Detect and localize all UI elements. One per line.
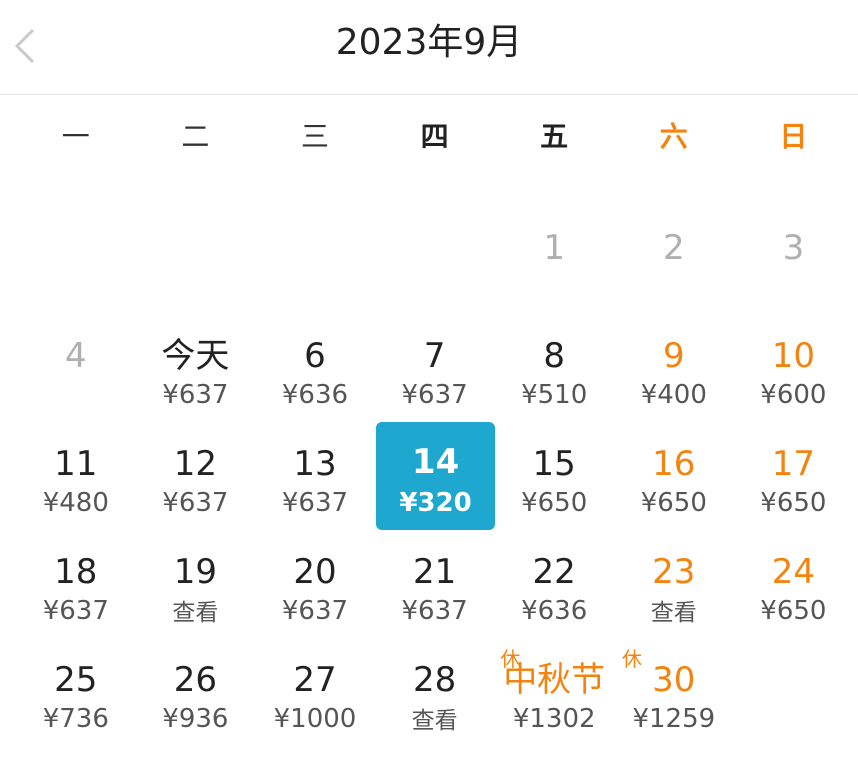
day-price: ¥736 bbox=[42, 704, 109, 734]
day-cell-28[interactable]: 28 查看 bbox=[375, 644, 495, 748]
day-cell-22[interactable]: 22 ¥636 bbox=[494, 536, 614, 640]
day-cell-25[interactable]: 25 ¥736 bbox=[16, 644, 136, 748]
day-cell-19[interactable]: 19 查看 bbox=[136, 536, 256, 640]
day-cell-15[interactable]: 15 ¥650 bbox=[494, 428, 614, 532]
day-number: 1 bbox=[543, 228, 565, 268]
day-number: 15 bbox=[532, 444, 576, 484]
day-price: ¥1259 bbox=[632, 704, 716, 734]
holiday-label: 中秋节 bbox=[503, 660, 606, 700]
day-price: ¥1000 bbox=[273, 704, 357, 734]
day-cell-4: 4 bbox=[16, 320, 136, 424]
day-cell-23[interactable]: 23 查看 bbox=[614, 536, 734, 640]
day-cell-9[interactable]: 9 ¥400 bbox=[614, 320, 734, 424]
day-number: 21 bbox=[412, 552, 457, 592]
day-price: ¥637 bbox=[281, 596, 349, 626]
day-price: ¥400 bbox=[640, 380, 707, 410]
day-cell-10[interactable]: 10 ¥600 bbox=[734, 320, 854, 424]
day-number: 20 bbox=[293, 552, 337, 592]
day-number: 6 bbox=[304, 336, 326, 376]
day-number: 22 bbox=[532, 552, 576, 592]
day-price: ¥637 bbox=[162, 380, 229, 410]
day-number: 11 bbox=[54, 444, 98, 484]
view-price-link: 查看 bbox=[650, 600, 697, 626]
day-number: 27 bbox=[293, 660, 337, 700]
day-number: 4 bbox=[64, 336, 87, 376]
day-cell-29-holiday[interactable]: 休 中秋节 ¥1302 bbox=[494, 644, 614, 748]
day-price: ¥510 bbox=[521, 380, 588, 410]
day-number: 7 bbox=[423, 336, 446, 376]
day-price: ¥637 bbox=[162, 488, 229, 518]
day-number: 3 bbox=[782, 228, 805, 268]
day-price: ¥650 bbox=[521, 488, 588, 518]
day-cell-18[interactable]: 18 ¥637 bbox=[16, 536, 136, 640]
day-cell-16[interactable]: 16 ¥650 bbox=[614, 428, 734, 532]
day-number: 10 bbox=[771, 336, 816, 376]
day-number: 30 bbox=[652, 660, 696, 700]
day-number: 16 bbox=[652, 444, 696, 484]
day-number: 18 bbox=[54, 552, 98, 592]
day-number: 26 bbox=[173, 660, 218, 700]
day-price: ¥320 bbox=[399, 488, 472, 518]
day-number: 2 bbox=[662, 228, 685, 268]
day-cell-26[interactable]: 26 ¥936 bbox=[136, 644, 256, 748]
view-price-link: 查看 bbox=[172, 600, 219, 626]
day-number: 23 bbox=[652, 552, 696, 592]
day-number: 24 bbox=[771, 552, 816, 592]
day-cell-2: 2 bbox=[614, 212, 734, 316]
day-price: ¥637 bbox=[401, 380, 468, 410]
day-cell-8[interactable]: 8 ¥510 bbox=[494, 320, 614, 424]
day-cell-20[interactable]: 20 ¥637 bbox=[255, 536, 375, 640]
today-label: 今天 bbox=[161, 336, 230, 376]
day-cell-11[interactable]: 11 ¥480 bbox=[16, 428, 136, 532]
day-price: ¥637 bbox=[281, 488, 349, 518]
day-cell-14-selected[interactable]: 14 ¥320 bbox=[376, 422, 495, 530]
day-cell-3: 3 bbox=[734, 212, 854, 316]
day-price: ¥636 bbox=[521, 596, 588, 626]
day-cell-24[interactable]: 24 ¥650 bbox=[734, 536, 854, 640]
day-price: ¥637 bbox=[42, 596, 109, 626]
day-number: 28 bbox=[412, 660, 457, 700]
day-number: 9 bbox=[662, 336, 685, 376]
day-cell-13[interactable]: 13 ¥637 bbox=[255, 428, 375, 532]
day-price: ¥936 bbox=[162, 704, 229, 734]
day-cell-27[interactable]: 27 ¥1000 bbox=[255, 644, 375, 748]
day-price: ¥650 bbox=[640, 488, 707, 518]
day-number: 14 bbox=[411, 442, 460, 482]
day-price: ¥480 bbox=[42, 488, 109, 518]
day-cell-12[interactable]: 12 ¥637 bbox=[136, 428, 256, 532]
day-cell-21[interactable]: 21 ¥637 bbox=[375, 536, 495, 640]
day-price: ¥636 bbox=[281, 380, 349, 410]
day-cell-1: 1 bbox=[494, 212, 614, 316]
view-price-link: 查看 bbox=[411, 708, 458, 734]
day-number: 19 bbox=[173, 552, 218, 592]
day-number: 13 bbox=[293, 444, 337, 484]
day-cell-5-today[interactable]: 今天 ¥637 bbox=[136, 320, 256, 424]
day-cell-7[interactable]: 7 ¥637 bbox=[375, 320, 495, 424]
day-cell-30[interactable]: 休 30 ¥1259 bbox=[614, 644, 734, 748]
day-number: 25 bbox=[54, 660, 98, 700]
day-price: ¥637 bbox=[401, 596, 468, 626]
day-price: ¥650 bbox=[760, 596, 827, 626]
day-number: 12 bbox=[173, 444, 218, 484]
day-price: ¥650 bbox=[760, 488, 827, 518]
calendar-grid: 1 2 3 4 今天 ¥637 6 ¥636 7 ¥637 8 ¥510 9 ¥… bbox=[16, 0, 854, 758]
day-number: 8 bbox=[543, 336, 565, 376]
day-price: ¥1302 bbox=[512, 704, 596, 734]
day-cell-17[interactable]: 17 ¥650 bbox=[734, 428, 854, 532]
day-cell-6[interactable]: 6 ¥636 bbox=[255, 320, 375, 424]
day-price: ¥600 bbox=[760, 380, 827, 410]
day-number: 17 bbox=[771, 444, 816, 484]
